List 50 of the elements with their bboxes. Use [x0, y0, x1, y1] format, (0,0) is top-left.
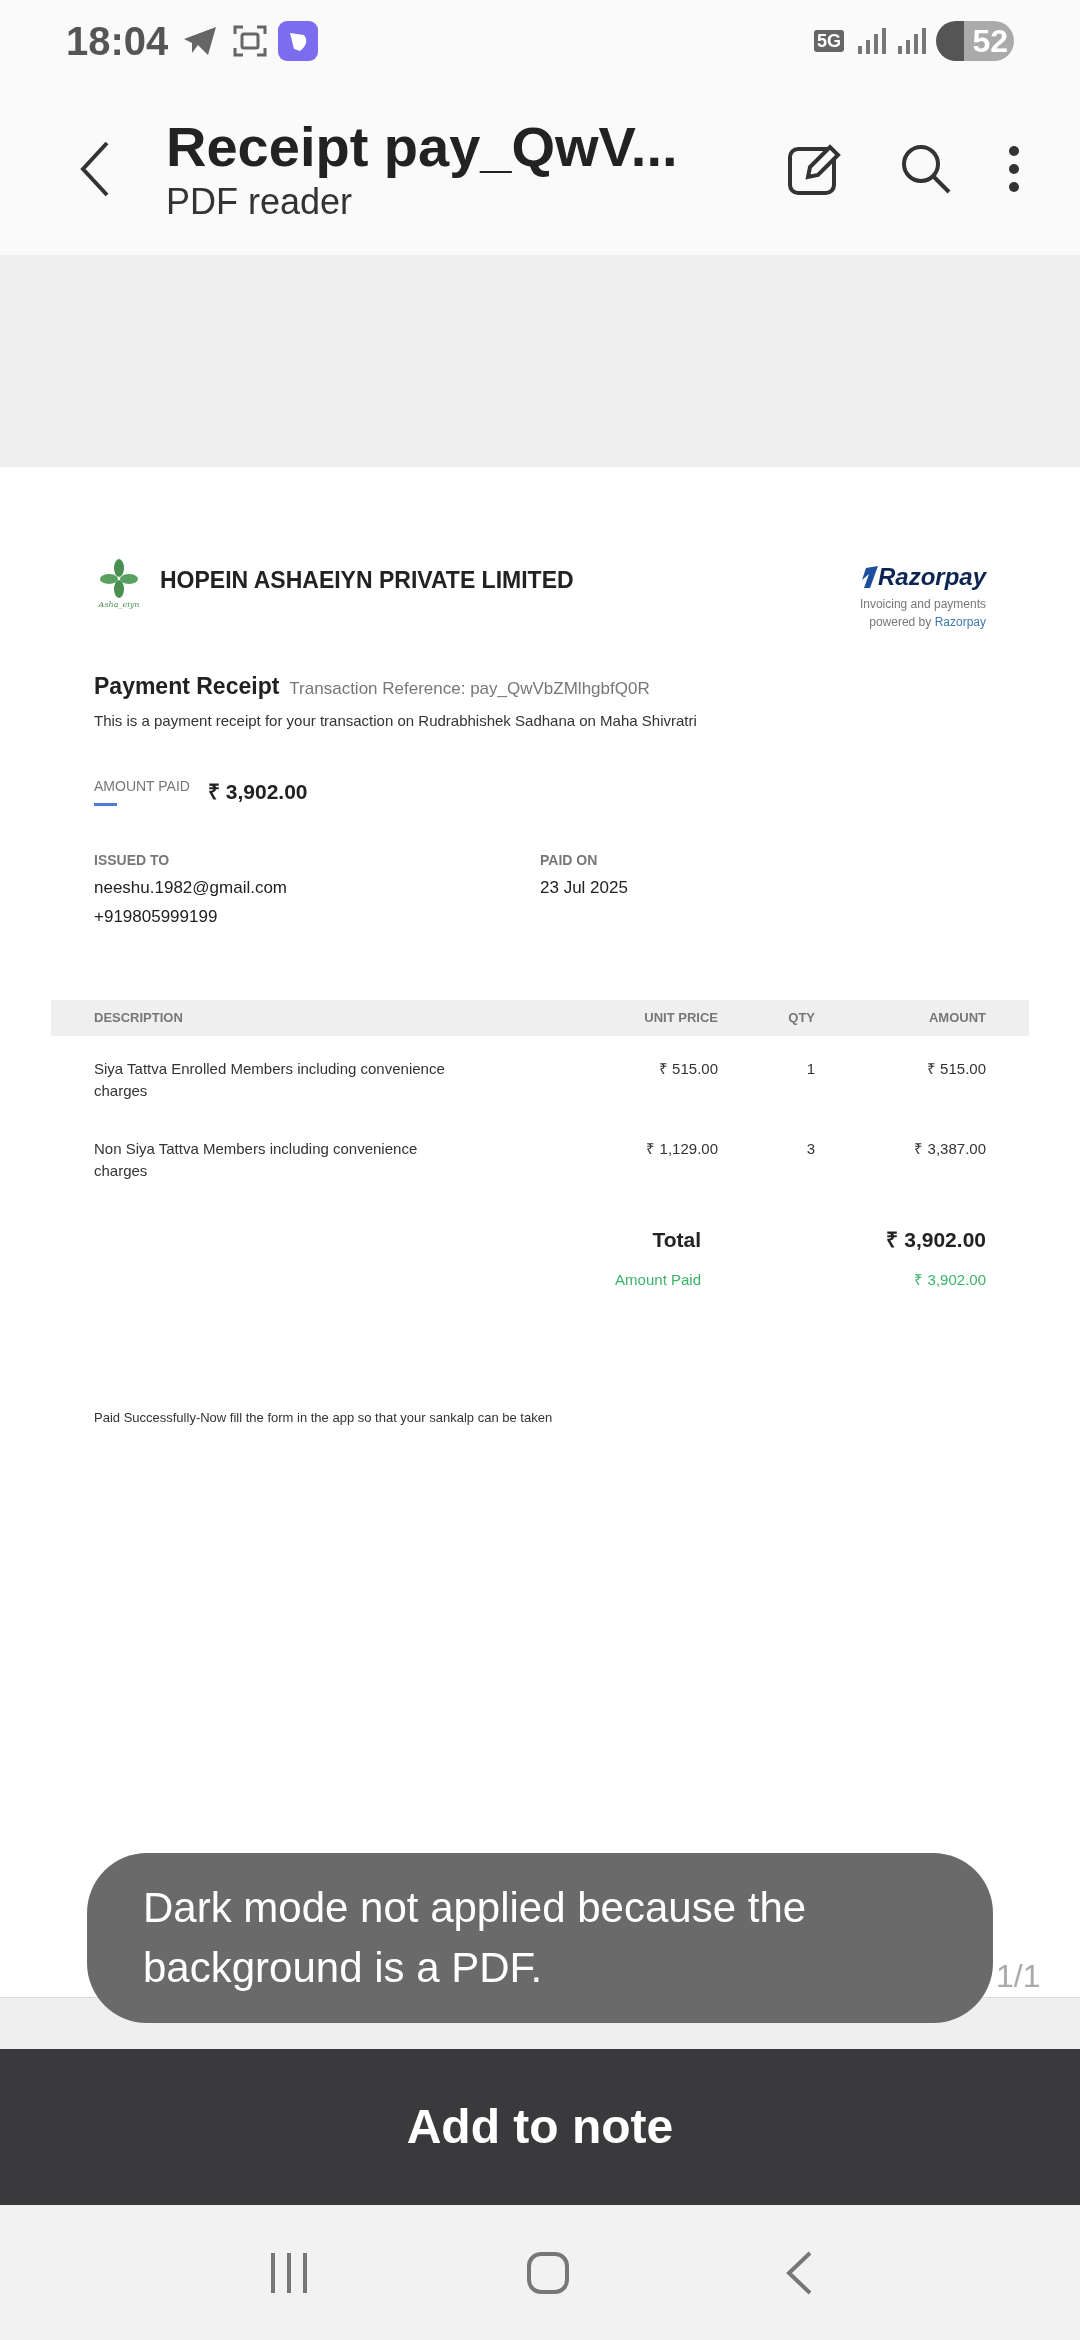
search-icon[interactable]	[900, 142, 952, 195]
leaf-logo-icon	[99, 559, 139, 599]
issued-to-value: neeshu.1982@gmail.com	[94, 876, 289, 899]
brand-name: Razorpay	[877, 562, 986, 592]
issued-to-value: +919805999199	[94, 906, 219, 928]
issued-to-label: ISSUED TO	[94, 850, 171, 870]
add-to-note-button[interactable]: Add to note	[0, 2049, 1080, 2205]
home-icon[interactable]	[526, 2250, 570, 2295]
amount-paid-value: ₹ 3,902.00	[207, 779, 308, 805]
network-label: 5G	[814, 30, 844, 52]
table-cell-text: Non Siya Tattva Members including convenience charges	[94, 1138, 419, 1181]
receipt-intro: This is a payment receipt for your transaction on Rudrabhishek Sadhana on Maha Shivratri	[93, 710, 698, 731]
table-cell-text: 1	[805, 1058, 815, 1079]
status-time: 18:04	[66, 18, 169, 65]
table-cell-text: Siya Tattva Enrolled Members including convenience charges	[94, 1058, 446, 1101]
logo-caption: Asha_eiyn	[98, 599, 140, 611]
more-icon[interactable]	[1008, 144, 1020, 193]
column-header: QTY	[787, 1008, 815, 1027]
total-label: Total	[651, 1226, 701, 1253]
total-value: ₹ 3,902.00	[885, 1226, 986, 1253]
table-cell-text: ₹ 515.00	[657, 1058, 718, 1079]
paid-on-value: 23 Jul 2025	[540, 876, 628, 899]
app-subtitle: PDF reader	[166, 179, 354, 224]
screenshot-icon	[232, 24, 269, 58]
table-cell-text: 3	[805, 1138, 815, 1159]
payment-note: Paid Successfully-Now fill the form in the app so that your sankalp can be taken	[93, 1408, 554, 1427]
table-cell-text: ₹ 1,129.00	[645, 1138, 718, 1159]
transaction-reference: Transaction Reference: pay_QwVbZMlhgbfQ0R	[289, 678, 650, 700]
back-icon[interactable]	[80, 140, 110, 197]
table-cell-text: ₹ 3,387.00	[913, 1138, 986, 1159]
column-header: AMOUNT	[927, 1008, 986, 1027]
amount-paid-label: AMOUNT PAID	[94, 777, 190, 796]
signal-icon	[896, 26, 926, 56]
document-title: Receipt pay_QwV...	[166, 113, 679, 180]
razorpay-logo-icon	[859, 566, 878, 588]
table-cell-text: ₹ 515.00	[925, 1058, 986, 1079]
page-indicator: 1/1	[996, 1957, 1041, 1996]
amount-paid-total-label: Amount Paid	[614, 1270, 701, 1290]
toast-message: Dark mode not applied because the background is a PDF.	[87, 1853, 993, 2023]
powered-by-text: powered by Razorpay	[869, 614, 986, 631]
send-icon	[182, 25, 219, 57]
amount-paid-total-value: ₹ 3,902.00	[913, 1270, 986, 1290]
column-header: UNIT PRICE	[643, 1008, 718, 1027]
company-name: HOPEIN ASHAEIYN PRIVATE LIMITED	[160, 566, 574, 595]
brand-tagline: Invoicing and payments	[859, 596, 986, 613]
receipt-title: Payment Receipt	[94, 672, 280, 701]
column-header: DESCRIPTION	[94, 1008, 184, 1027]
battery-indicator: 52	[936, 21, 1014, 61]
signal-icon	[856, 26, 886, 56]
paid-on-label: PAID ON	[540, 850, 599, 870]
